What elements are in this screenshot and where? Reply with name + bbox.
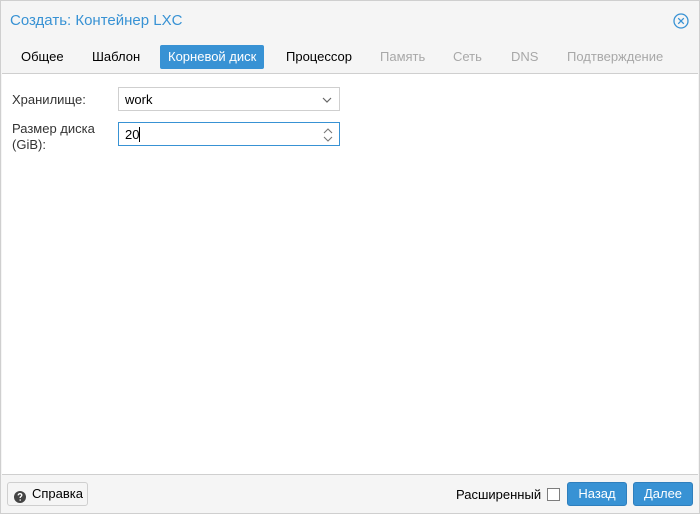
tab-memory: Память xyxy=(380,49,426,64)
disk-size-label-line1: Размер диска xyxy=(12,121,95,136)
dialog-footer: Справка Расширенный Назад Далее xyxy=(1,476,699,513)
disk-size-value: 20 xyxy=(125,127,140,142)
storage-label: Хранилище: xyxy=(12,92,86,107)
text-caret xyxy=(139,127,140,142)
tab-general[interactable]: Общее xyxy=(13,45,72,69)
chevron-down-icon[interactable] xyxy=(321,94,333,106)
tab-cpu[interactable]: Процессор xyxy=(278,45,360,69)
back-button[interactable]: Назад xyxy=(567,482,627,506)
tab-dns: DNS xyxy=(511,49,539,64)
question-circle-icon xyxy=(14,488,26,503)
help-button[interactable]: Справка xyxy=(7,482,88,506)
root-disk-panel: Хранилище: work Размер диска (GiB): 20 xyxy=(2,73,698,475)
close-icon[interactable] xyxy=(673,13,689,29)
tab-network: Сеть xyxy=(453,49,482,64)
dialog-titlebar: Создать: Контейнер LXC xyxy=(1,1,699,39)
dialog-title: Создать: Контейнер LXC xyxy=(10,12,183,29)
disk-size-label-line2: (GiB): xyxy=(12,137,46,152)
tab-confirm: Подтверждение xyxy=(567,49,664,64)
tab-root-disk[interactable]: Корневой диск xyxy=(160,45,265,69)
advanced-checkbox[interactable] xyxy=(547,488,560,501)
storage-value: work xyxy=(125,92,153,107)
help-button-label: Справка xyxy=(32,486,83,501)
wizard-tabs: Общее Шаблон Корневой диск Процессор Пам… xyxy=(1,39,699,73)
next-button[interactable]: Далее xyxy=(633,482,693,506)
storage-combobox[interactable]: work xyxy=(118,87,340,111)
create-lxc-dialog: Создать: Контейнер LXC Общее Шаблон Корн… xyxy=(0,0,700,514)
advanced-label: Расширенный xyxy=(456,487,542,502)
spinner-arrows-icon[interactable] xyxy=(323,126,333,144)
disk-size-input[interactable]: 20 xyxy=(118,122,340,146)
tab-template[interactable]: Шаблон xyxy=(84,45,148,69)
